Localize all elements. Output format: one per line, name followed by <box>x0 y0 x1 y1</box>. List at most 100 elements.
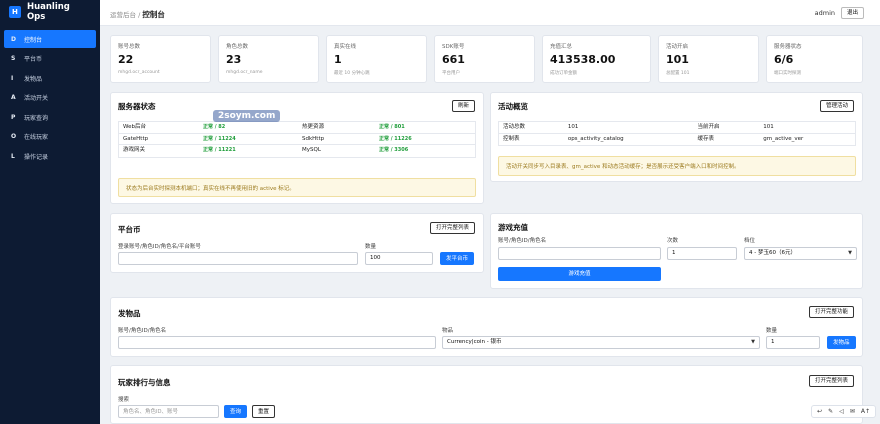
stat-value: 413538.00 <box>550 53 616 66</box>
recharge-times-input[interactable]: 1 <box>667 247 737 260</box>
activity-value: 101 <box>763 124 774 130</box>
recharge-tier-value: 4 - 梦玉60（6元） <box>749 250 796 256</box>
recharge-tier-label: 档位 <box>744 238 756 244</box>
stat-value: 22 <box>118 53 134 66</box>
items-item-label: 物品 <box>442 328 454 334</box>
status-badge: 正常 / 11221 <box>203 147 236 153</box>
stat-sub: 最近 10 分钟心跳 <box>334 71 370 76</box>
items-item-select[interactable]: Currency|coin - 银币 ▼ <box>442 336 760 349</box>
coin-account-input[interactable] <box>118 252 358 265</box>
sidebar-item-label: 活动开关 <box>24 95 49 102</box>
sidebar-item-player-query[interactable]: P 玩家查询 <box>4 108 96 126</box>
items-qty-input[interactable]: 1 <box>766 336 820 349</box>
sidebar-item-label: 玩家查询 <box>24 114 49 122</box>
stat-label: 服务器状态 <box>774 44 802 50</box>
items-item-value: Currency|coin - 银币 <box>447 339 502 345</box>
sidebar-item-label: 平台币 <box>24 56 43 63</box>
recharge-account-label: 账号/角色ID/角色名 <box>498 238 547 244</box>
main-area: 运营后台 / 控制台 admin 退出 账号总数 22 mhgd.ocr_acc… <box>100 0 880 424</box>
recharge-tier-select[interactable]: 4 - 梦玉60（6元） ▼ <box>744 247 857 260</box>
recharge-title: 游戏充值 <box>498 223 528 232</box>
stat-label: 账号总数 <box>118 44 141 50</box>
mail-icon[interactable]: ✉ <box>850 408 855 415</box>
recharge-submit-button[interactable]: 游戏充值 <box>498 267 661 281</box>
logout-button[interactable]: 退出 <box>840 7 864 19</box>
items-qty-label: 数量 <box>766 328 778 334</box>
activity-overview-card: 活动概览 管理活动 活动总数 101 当前开启 101 控制表 ops_acti… <box>490 92 863 182</box>
items-open-button[interactable]: 打开完整功能 <box>808 306 854 318</box>
brand: H Huanling Ops <box>0 0 100 24</box>
sidebar-item-activity-switch[interactable]: A 活动开关 <box>4 89 96 107</box>
nav-key-icon: L <box>11 152 15 160</box>
server-name: SdkHttp <box>302 135 325 142</box>
stat-card-online: 真实在线 1 最近 10 分钟心跳 <box>326 35 427 83</box>
breadcrumb-root[interactable]: 运营后台 <box>110 11 136 19</box>
activity-overview-title: 活动概览 <box>498 102 528 111</box>
sidebar-item-platform-coin[interactable]: S 平台币 <box>4 50 96 68</box>
sidebar-item-label: 在线玩家 <box>24 134 49 141</box>
server-name: GateHttp <box>123 135 149 142</box>
stat-card-server: 服务器状态 6/6 端口实时探测 <box>766 35 863 83</box>
server-status-title: 服务器状态 <box>118 102 156 111</box>
breadcrumb-sep: / <box>138 11 141 19</box>
coin-open-list-button[interactable]: 打开完整列表 <box>429 222 475 234</box>
send-items-button[interactable]: 发物品 <box>827 336 856 349</box>
stat-card-recharge: 充值汇总 413538.00 成功订单金额 <box>542 35 651 83</box>
server-name: 游戏网关 <box>123 147 146 153</box>
font-size-icon[interactable]: A↑ <box>861 408 870 415</box>
nav-key-icon: I <box>11 74 14 82</box>
sidebar-item-dashboard[interactable]: D 控制台 <box>4 30 96 48</box>
stat-value: 6/6 <box>774 53 794 66</box>
edit-icon[interactable]: ✎ <box>828 408 833 415</box>
table-row: 活动总数 101 当前开启 101 <box>499 122 855 134</box>
sidebar-nav: D 控制台 S 平台币 I 发物品 A 活动开关 P 玩家查询 O 在线玩家 L 操作记录 <box>0 30 100 165</box>
back-icon[interactable]: ◁ <box>839 408 844 415</box>
activity-key: 活动总数 <box>503 124 526 130</box>
server-notice: 状态为后台实时探测本机端口；真实在线不再使用旧的 active 标记。 <box>118 178 476 197</box>
recharge-account-input[interactable] <box>498 247 661 260</box>
chevron-down-icon: ▼ <box>751 339 755 345</box>
platform-coin-title: 平台币 <box>118 225 141 234</box>
table-row: GateHttp 正常 / 11224 SdkHttp 正常 / 11226 <box>119 134 475 145</box>
manage-activity-button[interactable]: 管理活动 <box>819 100 854 112</box>
stat-value: 661 <box>442 53 465 66</box>
rank-search-input[interactable] <box>118 405 219 418</box>
activity-table: 活动总数 101 当前开启 101 控制表 ops_activity_catal… <box>498 121 856 146</box>
stat-sub: 端口实时探测 <box>774 71 801 76</box>
sidebar-item-operation-log[interactable]: L 操作记录 <box>4 147 96 165</box>
recharge-card: 游戏充值 账号/角色ID/角色名 次数 1 档位 4 - 梦玉60（6元） ▼ 游… <box>490 213 863 289</box>
stat-sub: 成功订单金额 <box>550 71 577 76</box>
server-status-table: Web后台 正常 / 82 热更资源 正常 / 801 GateHttp 正常 … <box>118 121 476 158</box>
undo-icon[interactable]: ↩ <box>817 408 822 415</box>
rank-open-list-button[interactable]: 打开完整列表 <box>808 375 854 387</box>
stat-label: 活动开启 <box>666 44 689 50</box>
status-badge: 正常 / 11226 <box>379 135 412 142</box>
nav-key-icon: S <box>11 55 16 62</box>
stat-value: 101 <box>666 53 689 66</box>
breadcrumb: 运营后台 / 控制台 <box>110 9 165 20</box>
rank-query-button[interactable]: 查询 <box>224 405 248 418</box>
floating-toolbar: ↩ ✎ ◁ ✉ A↑ <box>811 405 876 418</box>
sidebar-item-label: 操作记录 <box>24 153 49 161</box>
items-account-input[interactable] <box>118 336 436 349</box>
activity-value: 101 <box>567 124 579 130</box>
refresh-button[interactable]: 刷新 <box>451 100 475 112</box>
activity-key: 缓存表 <box>697 135 714 142</box>
table-row: 控制表 ops_activity_catalog 缓存表 gm_active_v… <box>499 134 855 146</box>
activity-key: 控制表 <box>503 135 520 142</box>
send-coin-button[interactable]: 发平台币 <box>440 252 475 265</box>
nav-key-icon: A <box>11 94 16 101</box>
rank-reset-button[interactable]: 重置 <box>252 405 276 418</box>
status-badge: 正常 / 11224 <box>203 135 236 142</box>
sidebar-item-send-items[interactable]: I 发物品 <box>4 69 96 87</box>
stat-sub: mhgd.ocr_account <box>118 70 160 75</box>
brand-name: Huanling Ops <box>26 2 70 22</box>
user-name: admin <box>814 9 835 17</box>
player-rank-card: 玩家排行与信息 打开完整列表 搜索 查询 重置 <box>110 365 863 424</box>
sidebar-item-online-players[interactable]: O 在线玩家 <box>4 128 96 146</box>
stat-sub: 总配置 101 <box>666 71 690 76</box>
coin-qty-input[interactable]: 100 <box>365 252 433 265</box>
activity-notice: 活动开关同步写入目录表、gm_active 和动态活动缓存；是否展示还受客户端入… <box>498 156 856 176</box>
coin-qty-label: 数量 <box>365 244 377 250</box>
stat-value: 1 <box>334 53 342 66</box>
